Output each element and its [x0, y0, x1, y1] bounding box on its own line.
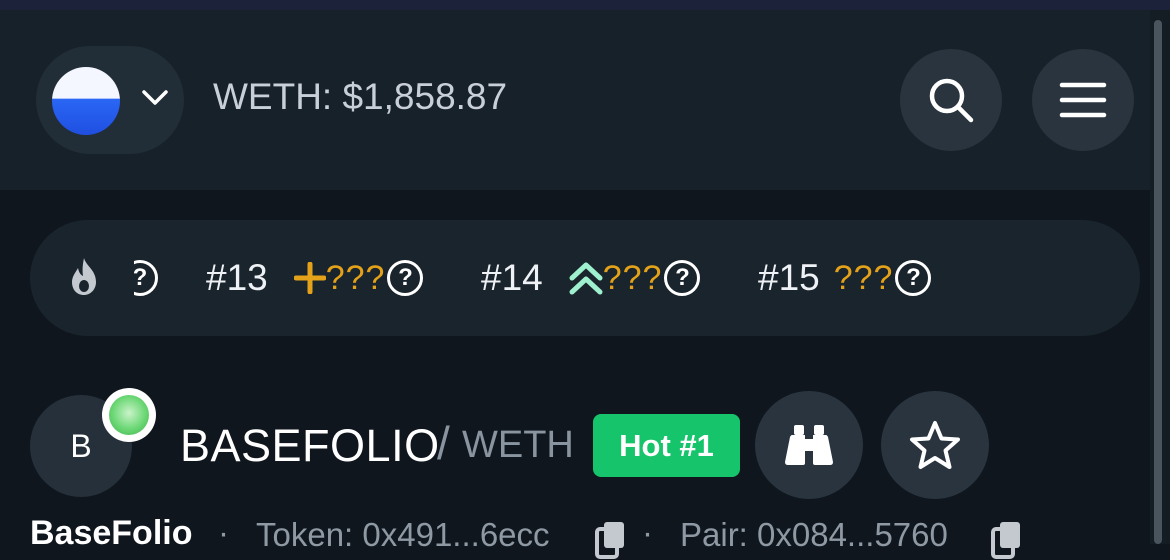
chain-logo-icon: [52, 67, 120, 135]
ticker-rank: #15: [758, 257, 820, 298]
question-circle-icon: ?: [387, 260, 424, 296]
quote-symbol: WETH: [462, 424, 574, 466]
copy-icon[interactable]: [594, 520, 628, 560]
question-circle-icon: ?: [134, 260, 158, 296]
question-circle-icon: ?: [895, 260, 932, 296]
star-icon: [910, 421, 960, 469]
separator-dot: ·: [642, 514, 653, 551]
favorite-button[interactable]: [881, 391, 989, 499]
hot-badge[interactable]: Hot #1: [593, 414, 740, 477]
pair-separator: /: [437, 417, 450, 469]
weth-price: WETH: $1,858.87: [213, 76, 508, 117]
ticker-rank: #13: [206, 257, 268, 298]
chevron-down-icon: [142, 90, 168, 105]
ticker-rank: #14: [481, 257, 543, 298]
hamburger-menu-icon: [1059, 82, 1107, 118]
ticker-value: ???: [602, 258, 663, 297]
plus-icon: [293, 262, 326, 294]
double-chevron-up-icon: [569, 262, 603, 295]
dex-logo-badge: [102, 388, 156, 442]
binoculars-icon: [785, 425, 833, 465]
dex-logo-icon: [109, 395, 149, 435]
ticker-item-partial[interactable]: ?: [134, 260, 158, 296]
fire-icon: [72, 258, 96, 295]
ticker-item-14[interactable]: #14 ??? ?: [481, 220, 701, 336]
search-button[interactable]: [900, 49, 1002, 151]
scrollbar-thumb[interactable]: [1154, 20, 1162, 544]
separator-dot: ·: [218, 514, 229, 551]
token-address[interactable]: Token: 0x491...6ecc: [256, 516, 550, 554]
search-icon: [929, 78, 974, 123]
ticker-item-15[interactable]: #15 ??? ?: [758, 220, 932, 336]
ticker-item-13[interactable]: #13 ??? ?: [206, 220, 424, 336]
question-circle-icon: ?: [664, 260, 701, 296]
ticker-value: ???: [833, 258, 894, 297]
binoculars-button[interactable]: [755, 391, 863, 499]
pair-address[interactable]: Pair: 0x084...5760: [680, 516, 948, 554]
token-meta-row: BaseFolio · Token: 0x491...6ecc · Pair: …: [0, 514, 1150, 559]
top-border: [0, 0, 1170, 10]
copy-icon[interactable]: [990, 520, 1024, 560]
trending-ticker[interactable]: ? #13 ??? ? #14 ??? ? #15 ??? ?: [30, 220, 1140, 336]
ticker-value: ???: [325, 258, 386, 297]
menu-button[interactable]: [1032, 49, 1134, 151]
token-symbol: BASEFOLIO: [180, 420, 440, 471]
token-name: BaseFolio: [30, 514, 193, 552]
